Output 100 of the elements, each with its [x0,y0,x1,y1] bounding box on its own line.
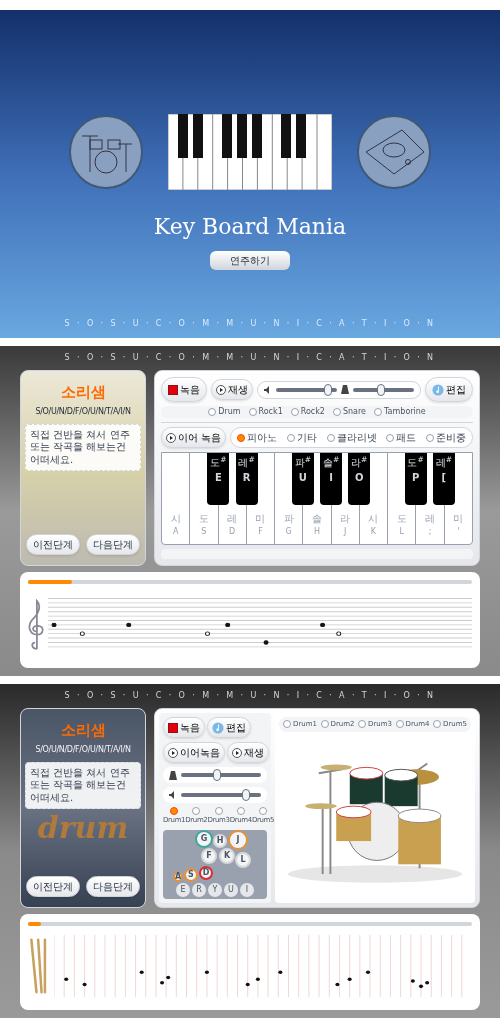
play-button[interactable]: 재생 [227,742,269,763]
sharp-key[interactable]: 도$^{#}$ E [207,453,230,505]
record-button[interactable]: 녹음 [161,377,207,402]
key-note: 레$^{#}$ [435,455,452,470]
sharp-key[interactable]: 레$^{#}$ [ [432,453,455,505]
record-icon [168,384,178,395]
pad-key[interactable]: F [201,847,217,864]
key-note: 레$^{#}$ [238,455,255,470]
treble-clef-icon [28,596,44,652]
key-letter: ; [428,526,432,538]
logo: 소리샘 [60,382,106,403]
tempo-slider[interactable] [181,769,261,781]
small-key[interactable]: I [240,883,254,897]
pad-key[interactable]: J [228,829,248,850]
rhythm-radio[interactable] [290,408,299,416]
instrument-radio[interactable] [286,433,295,442]
key-letter: [ [441,471,447,485]
music-note-icon [212,721,224,734]
step-button[interactable]: 이전단계 [26,876,80,897]
key-letter: L [399,526,404,538]
metronome-icon [341,385,349,394]
record-button[interactable]: 녹음 [163,717,205,738]
sharp-key[interactable]: 파$^{#}$ U [291,453,314,505]
key-letter: D [229,526,236,538]
edit-button[interactable]: 편집 [207,717,251,738]
instrument-radio[interactable] [237,433,246,442]
kit-radio[interactable] [214,807,223,815]
volume-slider[interactable] [181,789,261,801]
edit-button[interactable]: 편집 [425,377,473,402]
rhythm-label: Tamborine [384,406,426,418]
key-letter: ' [457,526,460,538]
small-key[interactable]: U [224,883,238,897]
play-icon [166,432,176,443]
instrument-label: 패드 [396,431,417,445]
rhythm-radio[interactable] [208,408,217,416]
key-note: 도 [396,512,407,526]
pad-key[interactable]: K [219,847,235,864]
pad-key[interactable]: L [235,851,251,868]
slot-radio[interactable] [320,720,329,729]
kit-radio[interactable] [259,807,268,815]
pad-key[interactable]: S [184,867,198,882]
brand-text: S · O · S · U · C · O · M · M · U · N · I · C · A · T · I · O · N [64,318,436,330]
instrument-radio[interactable] [326,433,335,442]
key-letter: O [355,471,364,485]
key-note: 레 [227,512,238,526]
rhythm-radio[interactable] [332,408,341,416]
key-note: 시 [170,512,181,526]
brand-text: S · O · S · U · C · O · M · M · U · N · I · C · A · T · I · O · N [63,690,437,702]
slot-radio[interactable] [358,720,366,729]
instrument-radio[interactable] [426,433,434,442]
instrument-label: 클라리넷 [336,431,377,445]
speaker-icon [264,385,272,394]
instrument-radio[interactable] [386,433,395,442]
instrument-label: 피아노 [247,431,278,445]
step-button[interactable]: 이전단계 [26,534,80,555]
instrument-label: 기타 [296,431,317,445]
kit-radio[interactable] [236,807,245,815]
volume-slider[interactable] [276,383,337,396]
sharp-key[interactable]: 레$^{#}$ R [235,453,258,505]
pad-key[interactable]: H [213,833,227,848]
play-icon [168,747,178,758]
app-title: Key Board Mania [153,213,347,241]
key-letter: I [329,471,333,485]
record-icon [168,722,178,733]
pad-key[interactable]: G [195,829,213,848]
sharp-key[interactable]: 라$^{#}$ O [348,453,371,505]
rhythm-label: Drum [218,406,241,418]
key-letter: R [242,471,251,485]
slot-radio[interactable] [283,720,291,729]
tempo-slider[interactable] [353,383,414,396]
rhythm-label: Rock2 [300,406,325,418]
sharp-key[interactable]: 도$^{#}$ P [404,453,427,505]
step-button[interactable]: 다음단계 [86,876,140,897]
rhythm-radio[interactable] [374,408,383,416]
pad-key[interactable]: A [173,871,183,882]
key-note: 시 [368,512,379,526]
continue-record-button[interactable]: 이어녹음 [163,742,225,763]
key-note: 레 [425,512,435,526]
step-button[interactable]: 다음단계 [86,534,140,555]
subtitle: S/O/U/N/D/F/O/U/N/T/A/I/N [35,405,131,418]
music-note-icon [432,383,444,396]
key-letter: G [285,526,292,538]
play-start-button[interactable]: 연주하기 [210,251,290,270]
rhythm-radio[interactable] [248,408,257,416]
slot-radio[interactable] [433,720,441,729]
play-icon [232,747,242,758]
play-button[interactable]: 재생 [211,379,253,400]
kit-radio[interactable] [192,807,201,815]
key-letter: K [370,526,377,538]
small-key[interactable]: R [192,883,206,897]
small-key[interactable]: E [176,883,190,897]
kit-radio[interactable] [170,807,179,815]
pad-key[interactable]: D [199,865,213,880]
slot-radio[interactable] [395,720,404,729]
metronome-icon [169,770,177,780]
key-note: 솔 [311,512,322,526]
small-key[interactable]: Y [208,883,222,897]
sharp-key[interactable]: 솔$^{#}$ I [320,453,343,505]
message: 직접 건반을 쳐서 연주 또는 작곡을 해보는건 어떠세요. [25,423,141,471]
continue-record-button[interactable]: 이어 녹음 [161,427,227,448]
